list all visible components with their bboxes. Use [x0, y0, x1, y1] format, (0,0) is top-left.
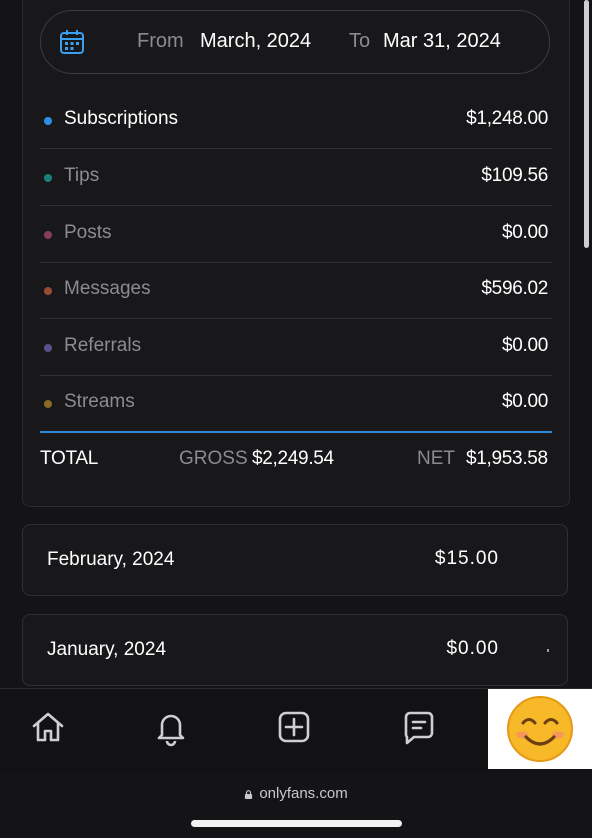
month-amount: $15.00: [434, 548, 499, 569]
posts-dot: [44, 231, 52, 239]
row-label: Subscriptions: [64, 108, 179, 129]
earnings-row-subscriptions: Subscriptions $1,248.00: [40, 92, 552, 149]
row-amount: $596.02: [481, 278, 548, 299]
earnings-row-posts: Posts $0.00: [40, 206, 552, 263]
gross-label: GROSS: [179, 448, 248, 469]
subscriptions-dot: [44, 117, 52, 125]
home-indicator[interactable]: [191, 820, 402, 827]
from-date[interactable]: March, 2024: [200, 30, 311, 53]
row-amount: $0.00: [501, 335, 548, 356]
row-amount: $0.00: [501, 391, 548, 412]
referrals-dot: [44, 344, 52, 352]
totals-row: TOTAL GROSS $2,249.54 NET $1,953.58: [40, 446, 552, 474]
bell-icon[interactable]: [149, 705, 193, 749]
avatar-emoji[interactable]: [488, 689, 592, 769]
month-amount: $0.00: [446, 638, 499, 659]
row-label: Referrals: [64, 335, 142, 356]
tips-dot: [44, 174, 52, 182]
earnings-row-messages: Messages $596.02: [40, 262, 552, 319]
total-label: TOTAL: [40, 448, 98, 469]
bottom-nav: [0, 688, 592, 773]
url-text: onlyfans.com: [259, 785, 348, 802]
earnings-row-streams: Streams $0.00: [40, 375, 552, 431]
add-square-icon[interactable]: [272, 705, 316, 749]
browser-bar: onlyfans.com: [0, 772, 592, 838]
to-label: To: [349, 30, 371, 52]
to-date[interactable]: Mar 31, 2024: [383, 30, 501, 53]
net-label: NET: [417, 448, 455, 469]
earnings-row-tips: Tips $109.56: [40, 149, 552, 206]
messages-dot: [44, 287, 52, 295]
month-label: February, 2024: [47, 549, 175, 570]
calendar-icon: [60, 30, 84, 54]
month-label: January, 2024: [47, 639, 167, 660]
date-range-picker[interactable]: From March, 2024 To Mar 31, 2024: [40, 10, 550, 74]
total-divider: [40, 431, 552, 433]
earnings-row-referrals: Referrals $0.00: [40, 319, 552, 376]
month-card-january[interactable]: January, 2024 $0.00: [22, 614, 568, 686]
row-amount: $109.56: [481, 165, 548, 186]
messages-icon[interactable]: [396, 705, 440, 749]
from-label: From: [137, 30, 184, 52]
streams-dot: [44, 400, 52, 408]
row-amount: $1,248.00: [466, 108, 548, 129]
month-card-february[interactable]: February, 2024 $15.00: [22, 524, 568, 596]
row-amount: $0.00: [501, 222, 548, 243]
gross-value: $2,249.54: [252, 448, 334, 469]
lock-icon: [245, 790, 253, 799]
row-label: Posts: [64, 222, 112, 243]
url-bar[interactable]: onlyfans.com: [0, 785, 592, 802]
row-label: Streams: [64, 391, 135, 412]
chevron-icon: [547, 649, 549, 652]
row-label: Tips: [64, 165, 100, 186]
row-label: Messages: [64, 278, 151, 299]
smiley-icon: [507, 696, 573, 762]
net-value: $1,953.58: [466, 448, 548, 469]
scrollbar[interactable]: [584, 0, 589, 248]
home-icon[interactable]: [26, 705, 70, 749]
